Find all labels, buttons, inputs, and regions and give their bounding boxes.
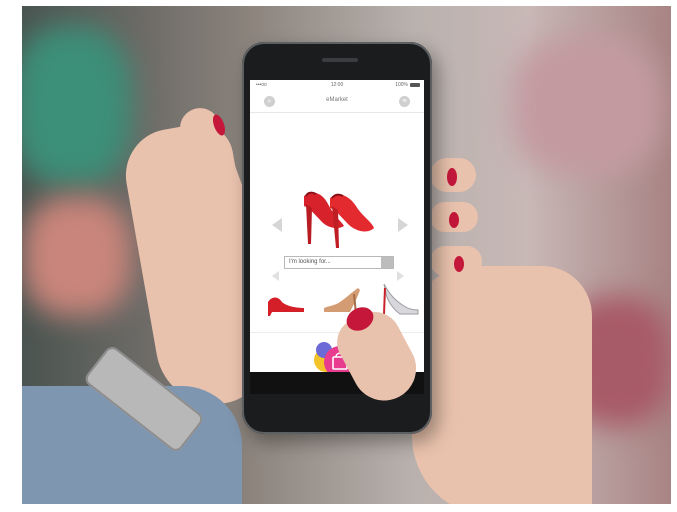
finger-nail [454, 256, 464, 272]
right-hand [412, 266, 592, 504]
menu-icon[interactable]: ≡ [399, 96, 410, 107]
search-button[interactable] [381, 257, 393, 268]
finger-nail [449, 212, 459, 228]
app-header: ⌕ eMarket ≡ [250, 92, 424, 113]
app-title: eMarket [326, 97, 348, 103]
chevron-left-icon[interactable] [272, 218, 282, 232]
clothes-rack-blob [512, 36, 662, 176]
red-heel-right [330, 193, 374, 248]
battery-icon [410, 83, 420, 87]
chevron-right-icon[interactable] [398, 218, 408, 232]
thumbnail-silver-heel[interactable] [380, 280, 420, 316]
thumbs-prev-icon[interactable] [272, 271, 279, 281]
search-input[interactable]: I'm looking for... [284, 256, 394, 269]
battery-percent: 100% [395, 82, 408, 88]
thumbnail-red-pump[interactable] [266, 286, 308, 316]
featured-product-image[interactable] [298, 182, 378, 252]
finger-nail [447, 168, 457, 186]
search-placeholder: I'm looking for... [289, 259, 331, 265]
earpiece [322, 58, 358, 62]
clothes-rack-blob [22, 196, 132, 316]
clothes-rack-blob [22, 26, 132, 186]
status-bar: •••oo 12:00 100% [250, 80, 424, 90]
